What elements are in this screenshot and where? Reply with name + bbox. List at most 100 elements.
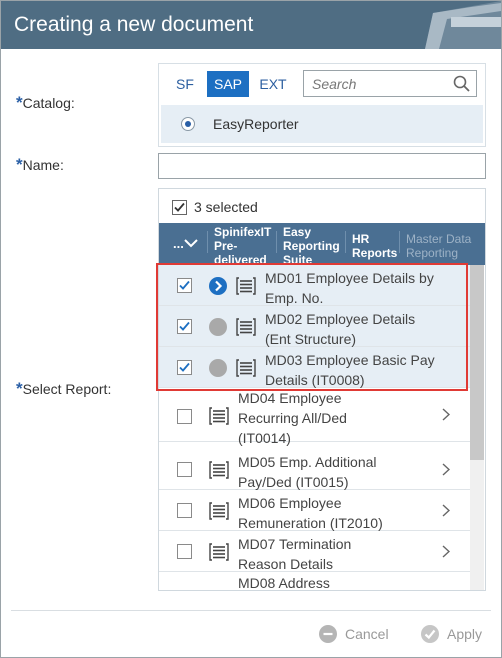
report-name: MD03 Employee Basic Pay Details (IT0008) xyxy=(265,350,435,390)
group-tab-hr-reports[interactable]: HR Reports xyxy=(352,232,397,260)
report-list-scrollbar[interactable] xyxy=(470,265,484,590)
select-report-label: *Select Report: xyxy=(16,379,111,399)
chevron-right-icon[interactable] xyxy=(442,408,450,421)
report-row-md03[interactable]: MD03 Employee Basic Pay Details (IT0008) xyxy=(159,347,470,388)
report-row-md02[interactable]: MD02 Employee Details (Ent Structure) xyxy=(159,306,470,347)
tab-sf[interactable]: SF xyxy=(165,71,205,97)
report-name-line: Pay/Ded (IT0015) xyxy=(238,474,349,490)
report-name-line: MD05 Emp. Additional xyxy=(238,454,377,470)
checkbox-icon[interactable] xyxy=(177,544,192,559)
chevron-down-icon[interactable] xyxy=(184,238,198,248)
report-name-line: Details (IT0008) xyxy=(265,372,365,388)
checkbox-checked-icon[interactable] xyxy=(177,360,192,375)
group-tab-line: Reports xyxy=(352,246,398,260)
report-name: MD06 Employee Remuneration (IT2010) xyxy=(238,493,383,533)
selection-summary: 3 selected xyxy=(159,189,485,223)
report-name: MD07 Termination Reason Details xyxy=(238,534,351,574)
report-name-line: MD04 Employee xyxy=(238,390,342,406)
required-marker: * xyxy=(16,379,23,398)
name-field[interactable] xyxy=(158,153,486,179)
report-row-md05[interactable]: MD05 Emp. Additional Pay/Ded (IT0015) xyxy=(159,449,470,490)
group-tab-line: Master Data xyxy=(406,232,472,246)
apply-button[interactable]: Apply xyxy=(421,623,482,645)
check-circle-icon xyxy=(421,625,439,643)
catalog-label: *Catalog: xyxy=(16,93,75,113)
footer-divider xyxy=(11,610,491,611)
catalog-option-label: EasyReporter xyxy=(213,116,299,132)
chevron-right-icon[interactable] xyxy=(442,463,450,476)
groups-overflow[interactable]: ... xyxy=(173,236,184,251)
checkbox-icon[interactable] xyxy=(177,409,192,424)
group-divider xyxy=(399,231,400,253)
required-marker: * xyxy=(16,93,23,112)
radio-selected-icon[interactable] xyxy=(181,117,195,131)
create-document-dialog: Creating a new document *Catalog: SF SAP… xyxy=(0,0,502,658)
catalog-option-easyreporter[interactable]: EasyReporter xyxy=(161,105,483,143)
group-divider xyxy=(276,231,277,253)
report-name-line: Emp. No. xyxy=(265,290,324,306)
group-tab-line: SpinifexIT xyxy=(214,225,272,239)
required-marker: * xyxy=(16,155,23,174)
group-divider xyxy=(345,231,346,253)
group-tab-line: Easy xyxy=(283,225,312,239)
report-list: 3 selected ... SpinifexIT Pre- delivered… xyxy=(158,188,486,591)
report-document-icon xyxy=(236,318,256,336)
selected-count: 3 selected xyxy=(194,199,258,215)
checkbox-icon[interactable] xyxy=(177,503,192,518)
name-label: *Name: xyxy=(16,155,64,175)
tab-sap[interactable]: SAP xyxy=(207,71,249,97)
name-label-text: Name: xyxy=(22,157,64,173)
minus-circle-icon xyxy=(319,625,337,643)
search-icon[interactable] xyxy=(453,75,470,92)
report-row-md04[interactable]: MD04 Employee Recurring All/Ded (IT0014) xyxy=(159,388,470,446)
report-name: MD05 Emp. Additional Pay/Ded (IT0015) xyxy=(238,452,377,492)
report-name-line: MD06 Employee xyxy=(238,495,342,511)
report-name-line: MD07 Termination xyxy=(238,536,352,552)
status-inactive-icon xyxy=(209,318,227,336)
dialog-title: Creating a new document xyxy=(14,13,254,36)
catalog-search xyxy=(303,70,477,97)
catalog-label-text: Catalog: xyxy=(22,95,75,111)
report-name: MD08 Address xyxy=(238,573,330,590)
status-inactive-icon xyxy=(209,359,227,377)
group-tab-spinifexit[interactable]: SpinifexIT Pre- delivered xyxy=(214,225,271,267)
report-name: MD01 Employee Details by Emp. No. xyxy=(265,268,434,308)
group-tab-line: Pre- xyxy=(214,239,238,253)
report-name-line: MD02 Employee Details xyxy=(265,311,416,327)
report-document-icon xyxy=(236,277,256,295)
report-name-line: MD01 Employee Details by xyxy=(265,270,434,286)
report-document-icon xyxy=(209,407,229,425)
group-tab-easy-reporting[interactable]: Easy Reporting Suite xyxy=(283,225,340,267)
cancel-button-label: Cancel xyxy=(345,626,389,642)
report-row-md07[interactable]: MD07 Termination Reason Details xyxy=(159,531,470,572)
report-document-icon xyxy=(209,502,229,520)
report-document-icon xyxy=(209,543,229,561)
group-divider xyxy=(207,231,208,253)
dialog-title-bar: Creating a new document xyxy=(1,1,501,49)
report-row-md06[interactable]: MD06 Employee Remuneration (IT2010) xyxy=(159,490,470,531)
report-name: MD04 Employee Recurring All/Ded (IT0014) xyxy=(238,388,347,448)
report-document-icon xyxy=(236,359,256,377)
group-tab-line: Reporting xyxy=(406,246,459,260)
report-name-line: Remuneration (IT2010) xyxy=(238,515,383,531)
header-decoration-icon xyxy=(425,1,501,49)
checkbox-icon[interactable] xyxy=(177,462,192,477)
report-name-line: (IT0014) xyxy=(238,430,291,446)
cancel-button[interactable]: Cancel xyxy=(319,623,389,645)
scrollbar-thumb[interactable] xyxy=(470,265,484,460)
report-name: MD02 Employee Details (Ent Structure) xyxy=(265,309,415,349)
search-input[interactable] xyxy=(304,71,450,96)
chevron-right-icon[interactable] xyxy=(442,545,450,558)
status-arrow-icon[interactable] xyxy=(209,277,227,295)
report-name-line: Reason Details xyxy=(238,556,333,572)
select-all-checkbox-icon[interactable] xyxy=(172,200,187,215)
report-row-md08[interactable]: MD08 Address xyxy=(159,572,470,590)
checkbox-checked-icon[interactable] xyxy=(177,319,192,334)
group-tab-master-data[interactable]: Master Data Reporting xyxy=(406,232,471,260)
report-name-line: (Ent Structure) xyxy=(265,331,357,347)
chevron-right-icon[interactable] xyxy=(442,504,450,517)
checkbox-checked-icon[interactable] xyxy=(177,278,192,293)
tab-ext[interactable]: EXT xyxy=(251,71,295,97)
report-name-line: MD03 Employee Basic Pay xyxy=(265,352,435,368)
report-row-md01[interactable]: MD01 Employee Details by Emp. No. xyxy=(159,265,470,306)
